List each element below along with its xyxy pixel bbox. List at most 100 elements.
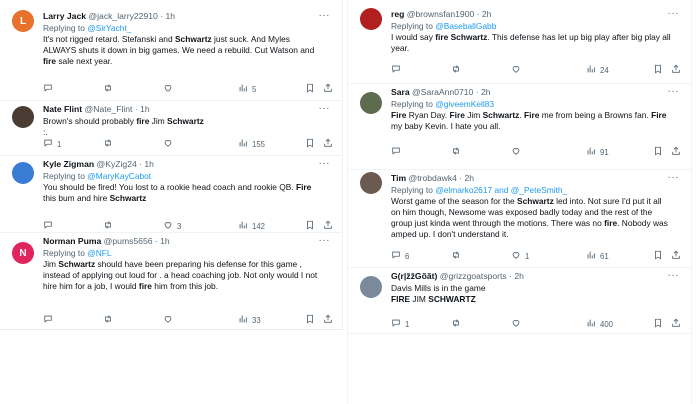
reply-mention-link[interactable]: @elmarko2617 and @_PeteSmith_ [435, 185, 567, 195]
user-handle[interactable]: @SaraAnn0710 [412, 87, 473, 97]
user-handle[interactable]: @Nate_Flint [85, 104, 133, 114]
user-handle[interactable]: @jack_larry22910 [88, 11, 157, 21]
tweet-kyle[interactable]: Kyle Zigman @KyZig24 · 1h ··· Replying to … [0, 156, 342, 233]
reply-button[interactable] [43, 83, 57, 95]
avatar[interactable] [360, 8, 382, 30]
avatar[interactable]: L [12, 10, 34, 32]
like-button[interactable] [511, 146, 525, 158]
bookmark-button[interactable] [305, 314, 315, 326]
bookmark-button[interactable] [305, 138, 315, 150]
tweet-nate[interactable]: Nate Flint @Nate_Flint · 1h ··· Brown's sh… [0, 101, 342, 156]
more-icon[interactable]: ··· [319, 157, 331, 170]
timestamp[interactable]: 1h [140, 104, 150, 114]
reply-mention-link[interactable]: @giveemKell83 [435, 99, 494, 109]
reply-button[interactable] [43, 314, 57, 326]
display-name[interactable]: G(r|žžGõãt) [391, 271, 437, 281]
bookmark-button[interactable] [653, 146, 663, 158]
display-name[interactable]: Larry Jack [43, 11, 86, 21]
retweet-button[interactable] [451, 146, 465, 158]
timestamp[interactable]: 2h [465, 173, 475, 183]
more-icon[interactable]: ··· [319, 102, 331, 115]
reply-mention-link[interactable]: @BaseballGabb [435, 21, 496, 31]
bookmark-button[interactable] [653, 64, 663, 76]
views-button[interactable]: 400 [586, 318, 613, 330]
avatar[interactable] [360, 92, 382, 114]
tweet-norman[interactable]: N Norman Puma @pums5656 · 1h ··· Replying t… [0, 233, 342, 329]
views-button[interactable]: 5 [238, 83, 256, 95]
tweet-tim[interactable]: Tim @trobdawk4 · 2h ··· Replying to @elmar… [348, 170, 691, 268]
more-icon[interactable]: ··· [668, 85, 680, 98]
reply-mention-link[interactable]: @MaryKayCabot [87, 171, 151, 181]
more-icon[interactable]: ··· [668, 7, 680, 20]
display-name[interactable]: Norman Puma [43, 236, 101, 246]
views-button[interactable]: 142 [238, 220, 265, 232]
reply-button[interactable]: 1 [391, 318, 409, 330]
views-button[interactable]: 61 [586, 250, 609, 262]
like-button[interactable] [511, 318, 525, 330]
share-button[interactable] [671, 64, 681, 76]
user-handle[interactable]: @grizzgoatsports [440, 271, 507, 281]
timestamp[interactable]: 1h [165, 11, 175, 21]
avatar[interactable] [12, 106, 34, 128]
reply-button[interactable] [43, 220, 57, 232]
timestamp[interactable]: 2h [514, 271, 524, 281]
share-button[interactable] [671, 318, 681, 330]
retweet-button[interactable] [103, 314, 117, 326]
reply-button[interactable]: 1 [43, 138, 61, 150]
views-button[interactable]: 91 [586, 146, 609, 158]
like-button[interactable] [163, 138, 177, 150]
reply-button[interactable] [391, 64, 405, 76]
views-button[interactable]: 33 [238, 314, 261, 326]
user-handle[interactable]: @pums5656 [104, 236, 153, 246]
like-button[interactable] [511, 64, 525, 76]
views-button[interactable]: 24 [586, 64, 609, 76]
share-button[interactable] [671, 250, 681, 262]
retweet-button[interactable] [451, 250, 465, 262]
retweet-button[interactable] [451, 318, 465, 330]
tweet-larry[interactable]: L Larry Jack @jack_larry22910 · 1h ··· Repl… [0, 8, 342, 101]
user-handle[interactable]: @brownsfan1900 [407, 9, 475, 19]
display-name[interactable]: Nate Flint [43, 104, 82, 114]
tweet-grizz[interactable]: G(r|žžGõãt) @grizzgoatsports · 2h ··· Davi… [348, 268, 691, 334]
display-name[interactable]: reg [391, 9, 404, 19]
timestamp[interactable]: 1h [144, 159, 154, 169]
avatar[interactable] [360, 276, 382, 298]
like-button[interactable]: 3 [163, 220, 181, 232]
timestamp[interactable]: 1h [160, 236, 170, 246]
avatar[interactable]: N [12, 242, 34, 264]
reply-button[interactable]: 6 [391, 250, 409, 262]
more-icon[interactable]: ··· [668, 171, 680, 184]
retweet-button[interactable] [103, 220, 117, 232]
bookmark-button[interactable] [653, 250, 663, 262]
user-handle[interactable]: @trobdawk4 [409, 173, 457, 183]
more-icon[interactable]: ··· [319, 234, 331, 247]
like-button[interactable] [163, 314, 177, 326]
display-name[interactable]: Kyle Zigman [43, 159, 94, 169]
timestamp[interactable]: 2h [481, 87, 491, 97]
avatar[interactable] [360, 172, 382, 194]
like-button[interactable] [163, 83, 177, 95]
bookmark-button[interactable] [305, 220, 315, 232]
views-button[interactable]: 155 [238, 138, 265, 150]
more-icon[interactable]: ··· [319, 9, 331, 22]
timestamp[interactable]: 2h [482, 9, 492, 19]
share-button[interactable] [323, 314, 333, 326]
share-button[interactable] [323, 83, 333, 95]
retweet-button[interactable] [103, 138, 117, 150]
avatar[interactable] [12, 162, 34, 184]
reply-mention-link[interactable]: @SirYacht_ [87, 23, 131, 33]
reply-mention-link[interactable]: @NFL [87, 248, 111, 258]
user-handle[interactable]: @KyZig24 [97, 159, 137, 169]
display-name[interactable]: Sara [391, 87, 410, 97]
bookmark-button[interactable] [653, 318, 663, 330]
retweet-button[interactable] [103, 83, 117, 95]
like-button[interactable]: 1 [511, 250, 529, 262]
display-name[interactable]: Tim [391, 173, 406, 183]
retweet-button[interactable] [451, 64, 465, 76]
tweet-sara[interactable]: Sara @SaraAnn0710 · 2h ··· Replying to @gi… [348, 84, 691, 170]
share-button[interactable] [323, 220, 333, 232]
more-icon[interactable]: ··· [668, 269, 680, 282]
tweet-reg[interactable]: reg @brownsfan1900 · 2h ··· Replying to @B… [348, 6, 691, 84]
share-button[interactable] [323, 138, 333, 150]
share-button[interactable] [671, 146, 681, 158]
